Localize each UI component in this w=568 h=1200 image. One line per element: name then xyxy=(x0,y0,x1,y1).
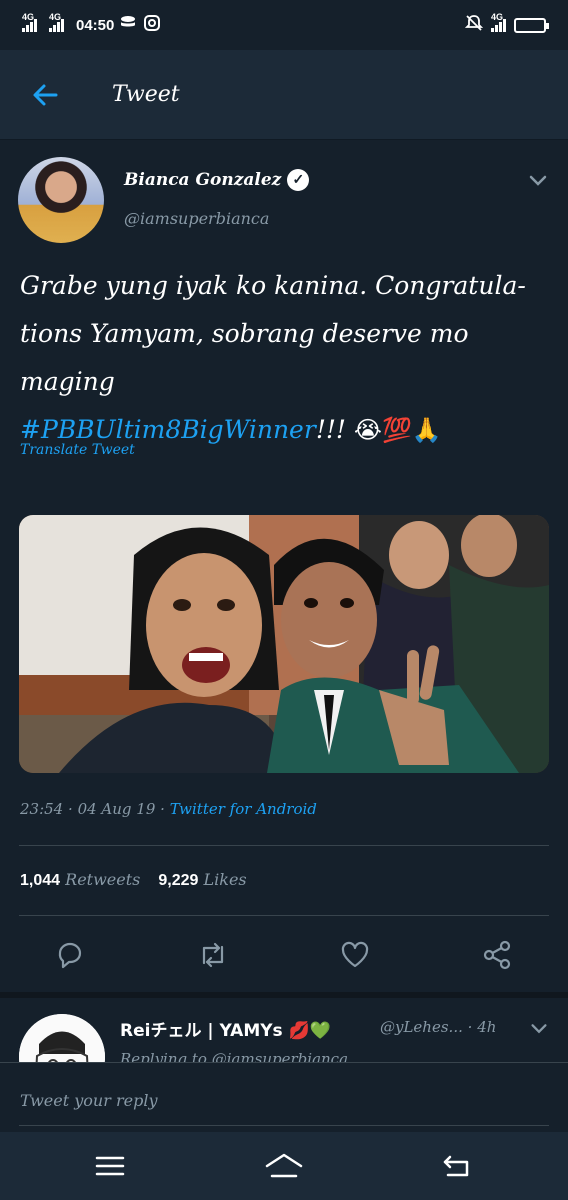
tweet-text-line: Grabe yung iyak ko kanina. Congratula- xyxy=(20,271,526,300)
hashtag-link[interactable]: #PBBUltim8BigWinner xyxy=(20,415,316,444)
divider xyxy=(19,845,549,846)
arrow-left-icon xyxy=(33,84,58,105)
hamburger-icon xyxy=(95,1156,125,1176)
verified-icon: ✓ xyxy=(287,169,310,191)
avatar[interactable] xyxy=(18,157,104,243)
reply-input-placeholder[interactable]: Tweet your reply xyxy=(20,1091,157,1110)
reply-author-handle[interactable]: @yLehes... xyxy=(380,1018,463,1036)
emoji-text: 😭💯🙏 xyxy=(353,416,442,444)
tweet-meta: 23:54 · 04 Aug 19 · Twitter for Android xyxy=(20,800,317,818)
status-bar: 4G 4G 04:50 4G xyxy=(0,0,568,50)
author-handle[interactable]: @iamsuperbianca xyxy=(124,209,269,228)
likes-stat[interactable]: 9,229 Likes xyxy=(158,870,246,890)
tweet-author: Bianca Gonzalez ✓ @iamsuperbianca xyxy=(18,157,550,247)
input-underline xyxy=(19,1125,549,1126)
retweet-icon xyxy=(202,942,224,968)
chevron-down-icon[interactable] xyxy=(528,1018,550,1040)
mute-notification-icon xyxy=(464,14,484,36)
reply-button[interactable] xyxy=(40,925,100,985)
likes-label: Likes xyxy=(203,870,247,889)
app-bar: Tweet xyxy=(0,50,568,140)
reply-age: 4h xyxy=(477,1018,497,1036)
network-type-label: 4G xyxy=(491,12,504,22)
tweet-source-link[interactable]: Twitter for Android xyxy=(170,800,317,818)
tweet-stats: 1,044 Retweets 9,229 Likes xyxy=(20,870,247,890)
page-title: Tweet xyxy=(112,82,180,107)
author-name: Bianca Gonzalez xyxy=(124,170,282,190)
tweet-actions xyxy=(0,925,568,985)
tweet-text-line: tions Yamyam, sobrang deserve mo maging xyxy=(20,319,469,396)
anime-avatar-illustration xyxy=(19,1014,105,1062)
retweet-button[interactable] xyxy=(183,925,243,985)
tweet-time: 23:54 xyxy=(20,800,64,818)
likes-count: 9,229 xyxy=(158,872,199,889)
replying-to-label: Replying to @iamsuperbianca xyxy=(120,1050,349,1062)
retweets-stat[interactable]: 1,044 Retweets xyxy=(20,870,140,890)
share-button[interactable] xyxy=(467,925,527,985)
tweet-photo[interactable] xyxy=(19,515,549,773)
battery-icon xyxy=(514,17,549,33)
signal-icon: 4G xyxy=(22,12,37,32)
menu-button[interactable] xyxy=(90,1148,130,1184)
heart-icon xyxy=(341,941,369,968)
data-saver-icon xyxy=(120,15,138,35)
like-button[interactable] xyxy=(325,925,385,985)
signal-icon: 4G xyxy=(491,12,506,32)
system-navigation-bar xyxy=(0,1132,568,1200)
separator-dot: · xyxy=(68,800,78,818)
network-type-label: 4G xyxy=(22,12,35,22)
signal-icon: 4G xyxy=(49,12,64,32)
back-button[interactable] xyxy=(0,50,90,140)
home-button[interactable] xyxy=(264,1148,304,1184)
separator-dot: · xyxy=(160,800,170,818)
network-type-label: 4G xyxy=(49,12,62,22)
chevron-down-icon[interactable] xyxy=(526,169,550,193)
tweet-date: 04 Aug 19 xyxy=(77,800,156,818)
reply-composer[interactable]: Tweet your reply xyxy=(0,1062,568,1132)
reply-author-handle-row: @yLehes... · 4h xyxy=(380,1018,496,1036)
author-name-row[interactable]: Bianca Gonzalez ✓ xyxy=(124,169,310,191)
return-icon xyxy=(443,1155,469,1177)
photo-illustration xyxy=(19,515,549,773)
reply-author-name[interactable]: Reiチェル | YAMYs 💋💚 xyxy=(120,1016,331,1041)
tweet-text: Grabe yung iyak ko kanina. Congratula- t… xyxy=(20,262,548,454)
avatar[interactable] xyxy=(19,1014,105,1062)
divider xyxy=(19,915,549,916)
retweets-count: 1,044 xyxy=(20,872,61,889)
reply-tweet[interactable]: Reiチェル | YAMYs 💋💚 @yLehes... · 4h Replyi… xyxy=(0,998,568,1062)
translate-tweet-link[interactable]: Translate Tweet xyxy=(20,442,135,458)
comment-icon xyxy=(58,942,82,969)
home-icon xyxy=(265,1153,303,1178)
share-icon xyxy=(483,940,511,970)
retweets-label: Retweets xyxy=(65,870,141,889)
back-nav-button[interactable] xyxy=(437,1148,477,1184)
clock: 04:50 xyxy=(76,16,115,34)
instagram-icon xyxy=(144,15,161,35)
separator-dot: · xyxy=(467,1018,478,1036)
tweet-text-fragment: !!! xyxy=(315,415,354,444)
